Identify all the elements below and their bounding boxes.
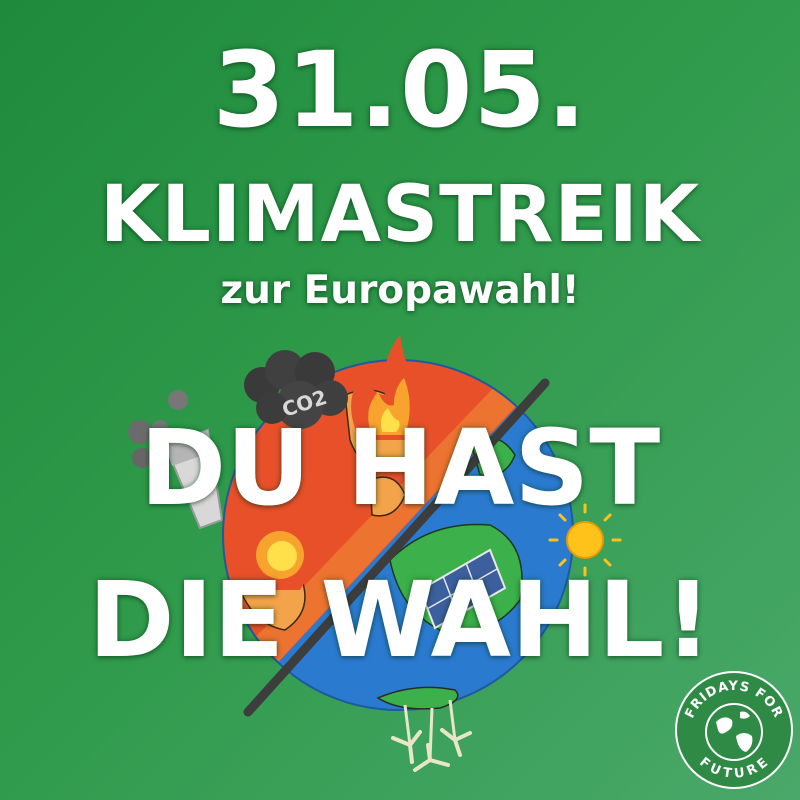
- logo-text-ring: FRIDAYS FOR FUTURE: [682, 679, 785, 782]
- subheadline: zur Europawahl!: [220, 268, 580, 313]
- poster: CO2 31.05. KLIMASTREIK zur Europawahl! D…: [0, 0, 800, 800]
- wind-turbine-icon: [376, 686, 472, 772]
- event-date: 31.05.: [212, 29, 588, 151]
- svg-text:FUTURE: FUTURE: [696, 755, 771, 782]
- slogan-line-2: DIE WAHL!: [88, 559, 712, 681]
- logo-top-text: FRIDAYS FOR: [682, 679, 784, 721]
- earth-globe: [222, 359, 574, 711]
- fridays-for-future-logo: FRIDAYS FOR FUTURE: [674, 670, 794, 790]
- slogan-line-1: DU HAST: [139, 407, 661, 529]
- svg-text:FRIDAYS FOR: FRIDAYS FOR: [682, 679, 785, 721]
- logo-bottom-text: FUTURE: [696, 755, 770, 782]
- headline: KLIMASTREIK: [99, 170, 701, 260]
